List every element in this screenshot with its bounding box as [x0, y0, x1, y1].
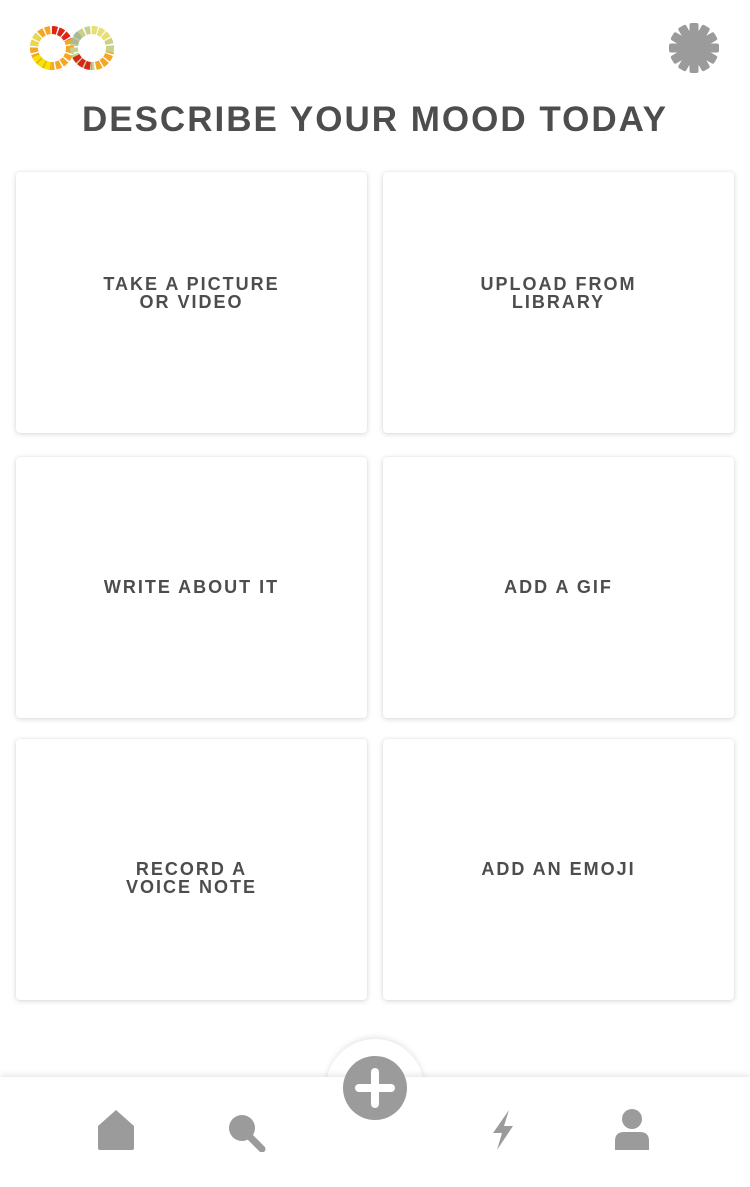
upload-from-library-button[interactable]: UPLOAD FROM LIBRARY	[383, 172, 734, 433]
take-picture-or-video-button[interactable]: TAKE A PICTURE OR VIDEO	[16, 172, 367, 433]
card-label: WRITE ABOUT IT	[103, 577, 280, 597]
write-about-it-button[interactable]: WRITE ABOUT IT	[16, 457, 367, 718]
home-icon[interactable]	[96, 1108, 136, 1152]
add-emoji-button[interactable]: ADD AN EMOJI	[383, 739, 734, 1000]
search-icon[interactable]	[226, 1108, 266, 1152]
record-voice-note-button[interactable]: RECORD A VOICE NOTE	[16, 739, 367, 1000]
page-title: DESCRIBE YOUR MOOD TODAY	[81, 100, 669, 139]
infinity-logo-icon	[30, 22, 116, 74]
card-label: ADD A GIF	[504, 577, 613, 597]
add-gif-button[interactable]: ADD A GIF	[383, 457, 734, 718]
lightning-icon[interactable]	[483, 1108, 523, 1152]
card-label: TAKE A PICTURE OR VIDEO	[103, 274, 280, 312]
card-label: UPLOAD FROM LIBRARY	[480, 274, 637, 312]
profile-icon[interactable]	[612, 1108, 652, 1152]
add-icon[interactable]	[343, 1056, 407, 1120]
card-label: ADD AN EMOJI	[481, 859, 636, 879]
mood-entry-screen: DESCRIBE YOUR MOOD TODAY TAKE A PICTURE …	[0, 0, 750, 1187]
card-label: RECORD A VOICE NOTE	[125, 859, 257, 897]
gear-icon[interactable]	[668, 22, 720, 74]
